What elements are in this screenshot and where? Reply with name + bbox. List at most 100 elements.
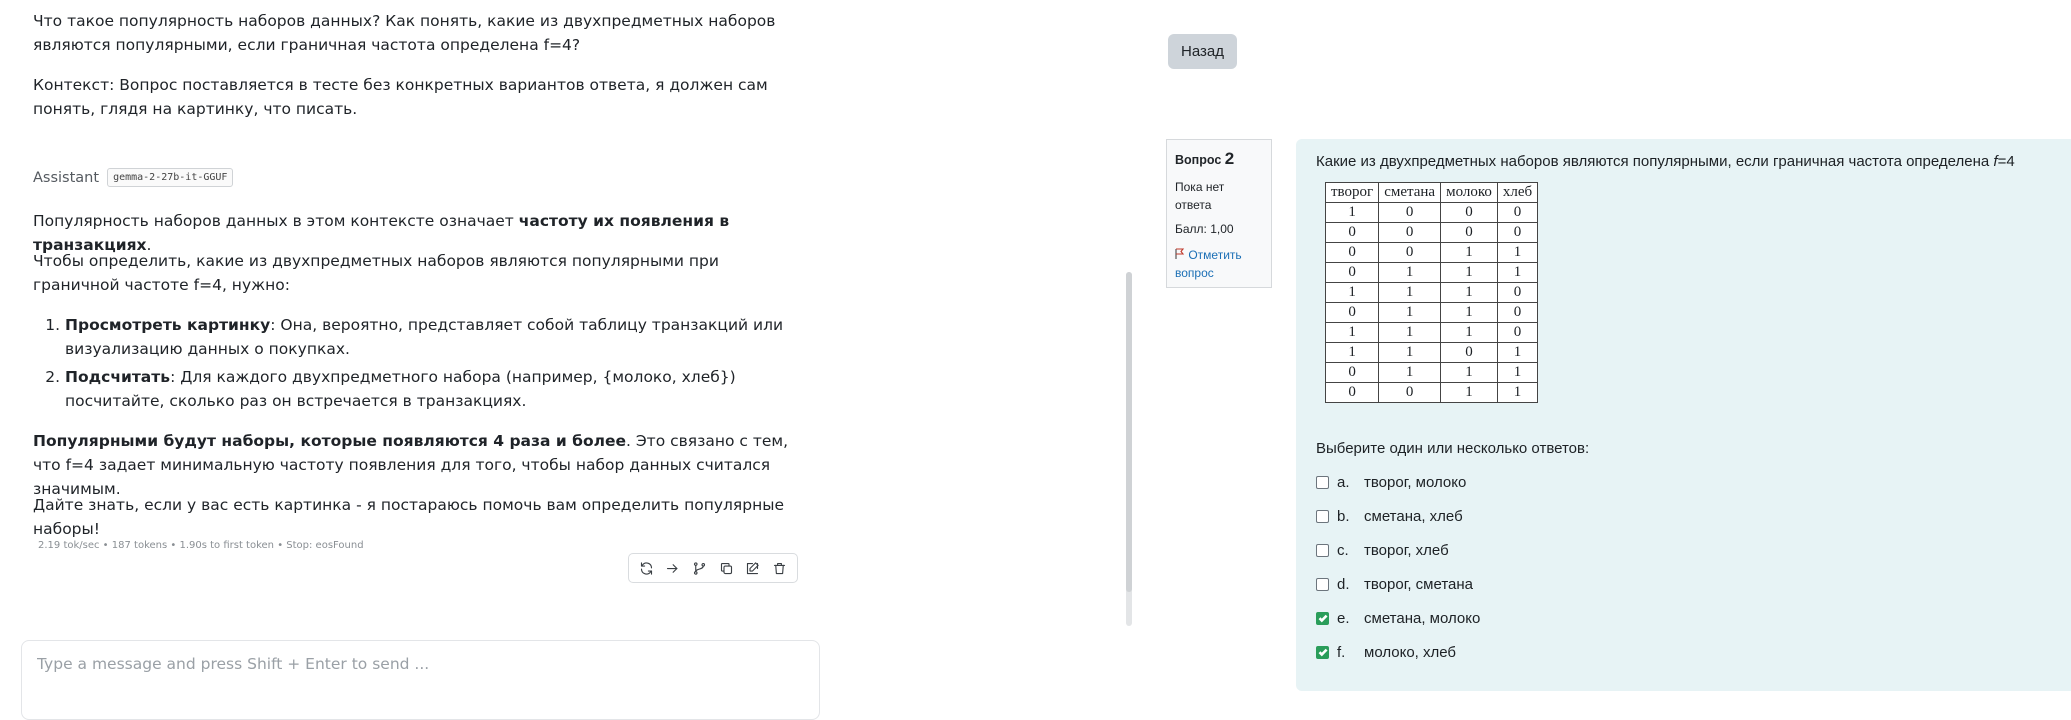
assistant-name: Assistant	[33, 169, 100, 186]
assistant-paragraph: Чтобы определить, какие из двухпредметны…	[33, 249, 793, 297]
table-cell: 0	[1496, 282, 1539, 303]
column-header: творог	[1324, 182, 1380, 203]
table-cell: 1	[1324, 342, 1380, 363]
table-row: 0000	[1324, 222, 1539, 243]
answer-letter: c.	[1337, 541, 1349, 559]
column-header: молоко	[1440, 182, 1498, 203]
question-grade: Балл: 1,00	[1175, 222, 1234, 236]
column-header: сметана	[1378, 182, 1442, 203]
message-input[interactable]	[35, 654, 799, 674]
copy-icon[interactable]	[715, 557, 737, 579]
generation-stats: 2.19 tok/sec • 187 tokens • 1.90s to fir…	[38, 540, 364, 551]
table-body: 1000000000110111111001101110110101110011	[1324, 202, 1539, 403]
answer-option[interactable]: a. творог, молоко	[1316, 465, 1480, 499]
answer-checkbox[interactable]	[1316, 509, 1329, 523]
answer-label: творог, сметана	[1364, 575, 1473, 593]
table-cell: 0	[1496, 322, 1539, 343]
table-cell: 1	[1440, 302, 1498, 323]
table-cell: 1	[1496, 342, 1539, 363]
answer-letter: d.	[1337, 575, 1350, 593]
answer-option[interactable]: d. творог, сметана	[1316, 567, 1480, 601]
table-cell: 1	[1378, 322, 1442, 343]
table-cell: 1	[1440, 322, 1498, 343]
table-row: 0111	[1324, 362, 1539, 383]
transactions-table: творог сметана молоко хлеб 1000000000110…	[1324, 182, 1539, 403]
user-message-context: Контекст: Вопрос поставляется в тесте бе…	[33, 73, 793, 121]
refresh-icon[interactable]	[635, 557, 657, 579]
answer-letter: e.	[1337, 609, 1350, 627]
table-cell: 0	[1324, 382, 1380, 403]
answer-label: сметана, молоко	[1364, 609, 1481, 627]
scrollbar-thumb[interactable]	[1126, 272, 1132, 592]
column-header: хлеб	[1496, 182, 1539, 203]
question-info: Вопрос 2 Пока нет ответа Балл: 1,00 Отме…	[1166, 139, 1272, 288]
chat-scrollbar[interactable]	[1126, 272, 1132, 626]
answer-checkbox[interactable]	[1316, 645, 1329, 659]
table-cell: 0	[1440, 202, 1498, 223]
table-header-row: творог сметана молоко хлеб	[1324, 182, 1539, 203]
table-cell: 1	[1440, 282, 1498, 303]
question-content: Какие из двухпредметных наборов являются…	[1296, 139, 2071, 691]
bold-text: Подсчитать	[65, 368, 171, 386]
table-cell: 1	[1324, 202, 1380, 223]
answer-label: молоко, хлеб	[1364, 643, 1457, 661]
flag-icon	[1175, 248, 1185, 259]
assistant-header: Assistant gemma-2-27b-it-GGUF	[33, 168, 234, 187]
continue-icon[interactable]	[662, 557, 684, 579]
flag-question-link[interactable]: Отметить вопрос	[1175, 246, 1263, 282]
table-row: 0011	[1324, 242, 1539, 263]
text-span: =4	[1997, 153, 2015, 170]
table-cell: 0	[1378, 202, 1442, 223]
user-message-paragraph: Что такое популярность наборов данных? К…	[33, 12, 776, 54]
table-cell: 1	[1440, 382, 1498, 403]
answer-checkbox[interactable]	[1316, 611, 1329, 625]
paragraph-text: Дайте знать, если у вас есть картинка - …	[33, 496, 784, 538]
text-span: Популярность наборов данных в этом конте…	[33, 212, 519, 230]
edit-icon[interactable]	[742, 557, 764, 579]
user-message-paragraph: Контекст: Вопрос поставляется в тесте бе…	[33, 76, 768, 118]
table-row: 1000	[1324, 202, 1539, 223]
delete-icon[interactable]	[769, 557, 791, 579]
table-cell: 0	[1378, 222, 1442, 243]
answer-option[interactable]: c. творог, хлеб	[1316, 533, 1480, 567]
answer-list: a. творог, молоко b. сметана, хлеб c. творог,…	[1316, 465, 1480, 669]
branch-icon[interactable]	[689, 557, 711, 579]
table-cell: 0	[1496, 202, 1539, 223]
answer-label: творог, хлеб	[1364, 541, 1449, 559]
answer-letter: b.	[1337, 507, 1350, 525]
assistant-paragraph: Дайте знать, если у вас есть картинка - …	[33, 493, 793, 541]
answer-letter: a.	[1337, 473, 1350, 491]
question-text: Какие из двухпредметных наборов являются…	[1316, 153, 2015, 170]
chat-pane: Что такое популярность наборов данных? К…	[0, 0, 1140, 720]
table-cell: 0	[1440, 342, 1498, 363]
table-row: 1110	[1324, 282, 1539, 303]
table-cell: 1	[1440, 242, 1498, 263]
list-item: Подсчитать: Для каждого двухпредметного …	[65, 365, 805, 413]
answer-checkbox[interactable]	[1316, 577, 1329, 591]
table-cell: 0	[1378, 382, 1442, 403]
flag-label: Отметить вопрос	[1175, 248, 1242, 280]
model-badge: gemma-2-27b-it-GGUF	[107, 168, 234, 187]
answer-checkbox[interactable]	[1316, 475, 1329, 489]
table-cell: 1	[1378, 282, 1442, 303]
answer-label: сметана, хлеб	[1364, 507, 1463, 525]
assistant-paragraph: Популярными будут наборы, которые появля…	[33, 429, 793, 501]
question-num: 2	[1224, 149, 1235, 168]
answer-option[interactable]: f. молоко, хлеб	[1316, 635, 1480, 669]
table-row: 0111	[1324, 262, 1539, 283]
answer-prompt: Выберите один или несколько ответов:	[1316, 440, 1590, 457]
table-cell: 1	[1496, 262, 1539, 283]
check-icon	[1318, 648, 1328, 657]
answer-option[interactable]: b. сметана, хлеб	[1316, 499, 1480, 533]
table-row: 0110	[1324, 302, 1539, 323]
steps-list: Просмотреть картинку: Она, вероятно, пре…	[33, 313, 805, 417]
table-cell: 1	[1378, 302, 1442, 323]
back-button[interactable]: Назад	[1168, 34, 1237, 69]
answer-option[interactable]: e. сметана, молоко	[1316, 601, 1480, 635]
table-cell: 0	[1324, 262, 1380, 283]
table-cell: 0	[1496, 222, 1539, 243]
answer-checkbox[interactable]	[1316, 543, 1329, 557]
message-composer	[21, 640, 820, 720]
table-cell: 0	[1324, 242, 1380, 263]
table-cell: 1	[1496, 382, 1539, 403]
